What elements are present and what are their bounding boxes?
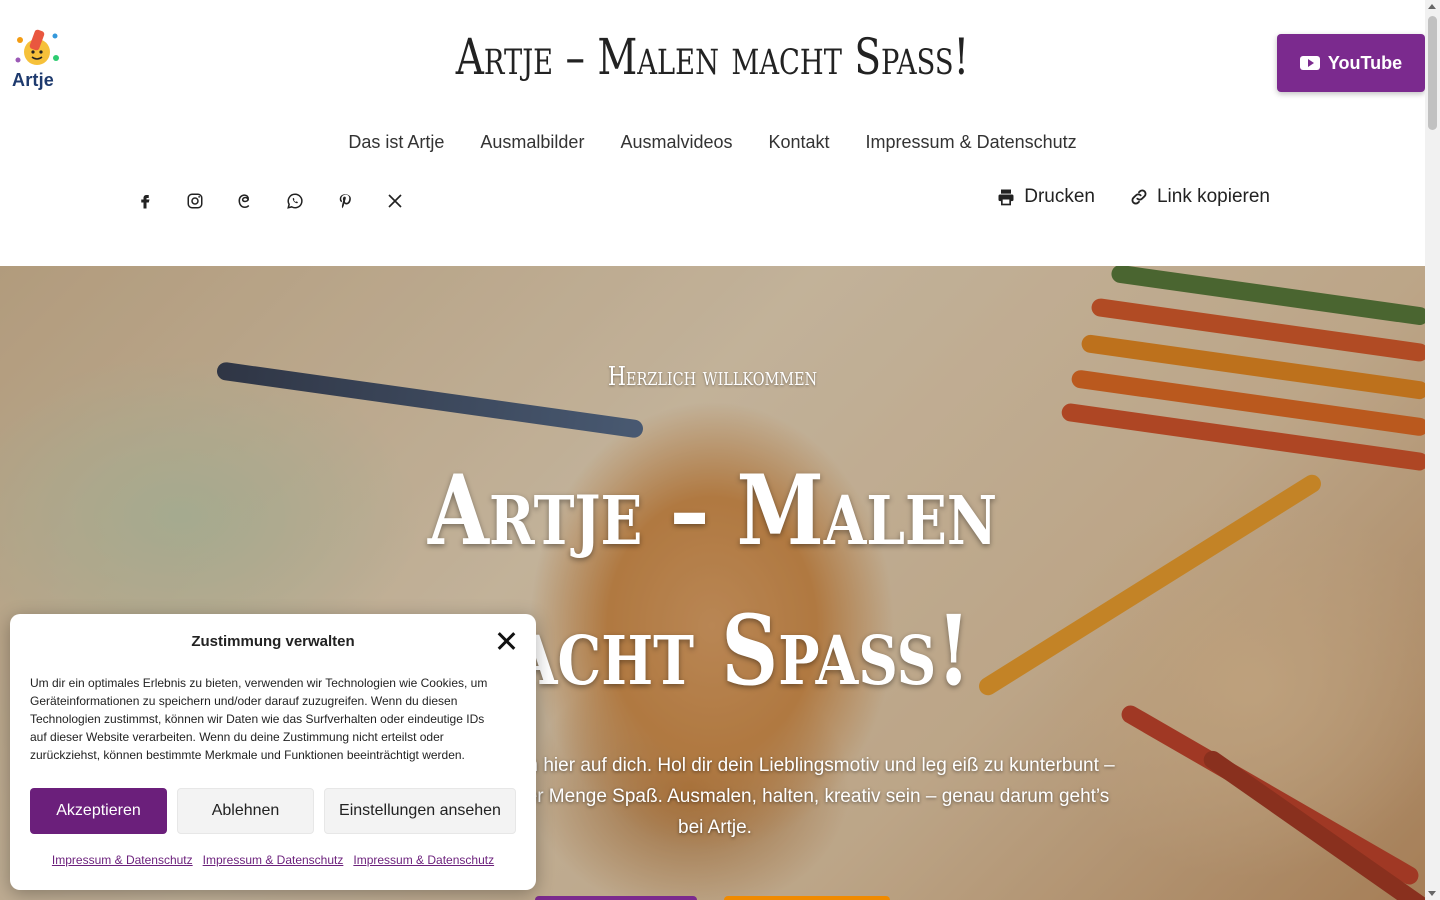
nav-item-kontakt[interactable]: Kontakt — [769, 132, 830, 153]
social-share-bar — [133, 186, 407, 216]
consent-body-text: Um dir ein optimales Erlebnis zu bieten,… — [30, 676, 488, 762]
nav-item-das-ist-artje[interactable]: Das ist Artje — [348, 132, 444, 153]
cookie-consent-dialog: Zustimmung verwalten Um dir ein optimale… — [10, 614, 536, 890]
consent-title: Zustimmung verwalten — [191, 633, 355, 650]
printer-icon — [998, 189, 1014, 206]
facebook-icon[interactable] — [133, 186, 157, 216]
main-nav: Das ist Artje Ausmalbilder Ausmalvideos … — [0, 132, 1425, 153]
accept-button[interactable]: Akzeptieren — [30, 788, 167, 834]
threads-icon[interactable] — [233, 186, 257, 216]
nav-item-ausmalvideos[interactable]: Ausmalvideos — [620, 132, 732, 153]
hero-primary-button[interactable] — [535, 896, 697, 900]
page-scrollbar[interactable] — [1425, 0, 1440, 900]
x-icon[interactable] — [383, 186, 407, 216]
hero-secondary-button[interactable] — [724, 896, 890, 900]
consent-link-impressum[interactable]: Impressum & Datenschutz — [203, 853, 344, 867]
youtube-label: YouTube — [1327, 52, 1403, 73]
whatsapp-icon[interactable] — [283, 186, 307, 216]
site-header: Artje Artje – Malen macht Spaß! YouTube … — [0, 0, 1425, 266]
copy-link-label: Link kopieren — [1156, 186, 1270, 207]
youtube-icon — [1299, 56, 1320, 70]
print-label: Drucken — [1024, 186, 1095, 207]
nav-item-impressum[interactable]: Impressum & Datenschutz — [866, 132, 1077, 153]
scroll-up-arrow-icon[interactable] — [1428, 4, 1436, 9]
instagram-icon[interactable] — [183, 186, 207, 216]
nav-item-ausmalbilder[interactable]: Ausmalbilder — [480, 132, 584, 153]
consent-links: Impressum & Datenschutz Impressum & Date… — [10, 853, 536, 867]
consent-link-impressum[interactable]: Impressum & Datenschutz — [52, 853, 193, 867]
scroll-thumb[interactable] — [1428, 16, 1437, 130]
logo-text: Artje — [12, 70, 55, 90]
close-icon[interactable] — [495, 630, 517, 652]
view-settings-button[interactable]: Einstellungen ansehen — [324, 788, 516, 834]
site-title[interactable]: Artje – Malen macht Spaß! — [157, 28, 1269, 86]
link-icon — [1131, 189, 1147, 205]
copy-link-button[interactable]: Link kopieren — [1129, 186, 1270, 208]
print-button[interactable]: Drucken — [996, 186, 1095, 208]
youtube-button[interactable]: YouTube — [1277, 34, 1425, 92]
hero-kicker: Herzlich willkommen — [607, 362, 818, 392]
consent-link-impressum[interactable]: Impressum & Datenschutz — [353, 853, 494, 867]
page-tools: Drucken Link kopieren — [996, 186, 1270, 208]
pinterest-icon[interactable] — [333, 186, 357, 216]
scroll-down-arrow-icon[interactable] — [1428, 891, 1436, 896]
deny-button[interactable]: Ablehnen — [177, 788, 314, 834]
